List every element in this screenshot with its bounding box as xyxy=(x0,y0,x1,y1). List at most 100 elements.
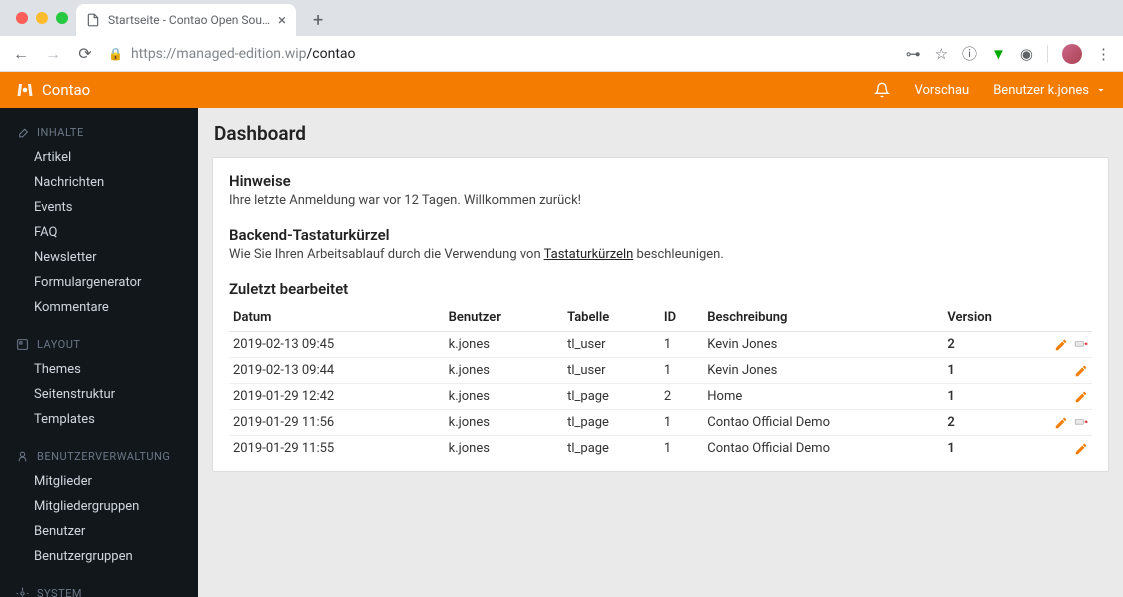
col-table: Tabelle xyxy=(563,304,660,332)
col-user: Benutzer xyxy=(445,304,563,332)
sidebar-item[interactable]: Nachrichten xyxy=(0,170,198,195)
shield-icon[interactable]: ▼ xyxy=(991,45,1006,63)
sidebar-item[interactable]: FAQ xyxy=(0,220,198,245)
brand-name: Contao xyxy=(42,81,90,99)
restore-icon xyxy=(1074,338,1088,352)
sidebar-item[interactable]: Events xyxy=(0,195,198,220)
brand-logo[interactable]: Contao xyxy=(16,81,90,99)
sidebar-section: BENUTZERVERWALTUNGMitgliederMitgliedergr… xyxy=(0,432,198,569)
notifications-button[interactable] xyxy=(874,82,890,98)
tab-close-button[interactable]: × xyxy=(278,11,286,29)
cell-user: k.jones xyxy=(445,410,563,436)
sidebar-section-header[interactable]: SYSTEM xyxy=(0,581,198,597)
cell-actions xyxy=(1042,358,1092,384)
browser-tab[interactable]: Startseite - Contao Open Sou… × xyxy=(76,4,296,36)
restore-button[interactable] xyxy=(1074,338,1088,352)
restore-icon xyxy=(1074,416,1088,430)
section-title: LAYOUT xyxy=(37,338,80,351)
restore-button[interactable] xyxy=(1074,416,1088,430)
dashboard-panel: Hinweise Ihre letzte Anmeldung war vor 1… xyxy=(212,157,1109,472)
window-minimize-button[interactable] xyxy=(36,12,48,24)
user-menu[interactable]: Benutzer k.jones xyxy=(993,83,1107,98)
sidebar-section: INHALTEArtikelNachrichtenEventsFAQNewsle… xyxy=(0,108,198,320)
sidebar-section-header[interactable]: INHALTE xyxy=(0,120,198,145)
cell-table: tl_user xyxy=(563,332,660,358)
col-version: Version xyxy=(943,304,1042,332)
cell-actions xyxy=(1042,384,1092,410)
sidebar-section-header[interactable]: BENUTZERVERWALTUNG xyxy=(0,444,198,469)
app-header: Contao Vorschau Benutzer k.jones xyxy=(0,72,1123,108)
profile-avatar[interactable] xyxy=(1062,44,1082,64)
back-button[interactable]: ← xyxy=(12,44,30,64)
sidebar-item[interactable]: Artikel xyxy=(0,145,198,170)
sidebar-item[interactable]: Templates xyxy=(0,407,198,432)
cell-actions xyxy=(1042,410,1092,436)
cell-version: 1 xyxy=(943,358,1042,384)
cell-desc: Kevin Jones xyxy=(703,358,943,384)
sidebar-item[interactable]: Formulargenerator xyxy=(0,270,198,295)
table-row: 2019-02-13 09:44k.jonestl_user1Kevin Jon… xyxy=(229,358,1092,384)
key-icon[interactable]: ⊶ xyxy=(906,45,921,63)
window-close-button[interactable] xyxy=(16,12,28,24)
tab-bar: Startseite - Contao Open Sou… × + xyxy=(0,0,1123,36)
sidebar-item[interactable]: Themes xyxy=(0,357,198,382)
cell-actions xyxy=(1042,332,1092,358)
sidebar-item[interactable]: Newsletter xyxy=(0,245,198,270)
cell-table: tl_page xyxy=(563,384,660,410)
user-label: Benutzer k.jones xyxy=(993,83,1089,98)
sidebar-item[interactable]: Mitgliedergruppen xyxy=(0,494,198,519)
edit-button[interactable] xyxy=(1074,364,1088,378)
shortcuts-link[interactable]: Tastaturkürzeln xyxy=(544,247,634,262)
recent-block: Zuletzt bearbeitet Datum Benutzer Tabell… xyxy=(229,280,1092,461)
sidebar-section-header[interactable]: LAYOUT xyxy=(0,332,198,357)
cell-date: 2019-02-13 09:45 xyxy=(229,332,445,358)
page-title: Dashboard xyxy=(212,122,1109,145)
col-desc: Beschreibung xyxy=(703,304,943,332)
edit-icon xyxy=(1074,390,1088,404)
cell-table: tl_page xyxy=(563,410,660,436)
edit-button[interactable] xyxy=(1074,442,1088,456)
lock-icon: 🔒 xyxy=(108,47,123,61)
edit-button[interactable] xyxy=(1054,338,1068,352)
reload-button[interactable]: ⟳ xyxy=(76,44,94,63)
new-tab-button[interactable]: + xyxy=(304,6,332,34)
cell-user: k.jones xyxy=(445,332,563,358)
sidebar-item[interactable]: Seitenstruktur xyxy=(0,382,198,407)
forward-button[interactable]: → xyxy=(44,44,62,64)
cell-id: 1 xyxy=(660,410,703,436)
edit-icon xyxy=(1054,338,1068,352)
flame-icon[interactable]: ◉ xyxy=(1020,45,1033,63)
section-icon xyxy=(16,126,29,139)
edit-button[interactable] xyxy=(1054,416,1068,430)
star-icon[interactable]: ☆ xyxy=(935,45,948,63)
cell-id: 1 xyxy=(660,436,703,462)
window-maximize-button[interactable] xyxy=(56,12,68,24)
url-path: /contao xyxy=(307,46,356,62)
shortcuts-text-post: beschleunigen. xyxy=(633,247,723,262)
address-bar-icons: ⊶ ☆ ⓘ ▼ ◉ ⋮ xyxy=(906,43,1111,64)
menu-icon[interactable]: ⋮ xyxy=(1096,45,1111,63)
cell-id: 1 xyxy=(660,332,703,358)
cell-date: 2019-01-29 11:55 xyxy=(229,436,445,462)
cell-desc: Home xyxy=(703,384,943,410)
table-row: 2019-01-29 11:56k.jonestl_page1Contao Of… xyxy=(229,410,1092,436)
info-icon[interactable]: ⓘ xyxy=(962,43,977,64)
col-date: Datum xyxy=(229,304,445,332)
url-input[interactable]: 🔒 https://managed-edition.wip/contao xyxy=(108,46,892,62)
cell-version: 2 xyxy=(943,410,1042,436)
shortcuts-text-pre: Wie Sie Ihren Arbeitsablauf durch die Ve… xyxy=(229,247,544,262)
sidebar-item[interactable]: Kommentare xyxy=(0,295,198,320)
notice-heading: Hinweise xyxy=(229,172,1092,190)
sidebar-item[interactable]: Benutzergruppen xyxy=(0,544,198,569)
document-icon xyxy=(86,13,100,27)
sidebar-item[interactable]: Mitglieder xyxy=(0,469,198,494)
edit-button[interactable] xyxy=(1074,390,1088,404)
cell-user: k.jones xyxy=(445,384,563,410)
cell-user: k.jones xyxy=(445,436,563,462)
cell-desc: Contao Official Demo xyxy=(703,436,943,462)
cell-actions xyxy=(1042,436,1092,462)
shortcuts-block: Backend-Tastaturkürzel Wie Sie Ihren Arb… xyxy=(229,226,1092,262)
preview-link[interactable]: Vorschau xyxy=(914,83,969,98)
divider xyxy=(1047,45,1048,63)
sidebar-item[interactable]: Benutzer xyxy=(0,519,198,544)
